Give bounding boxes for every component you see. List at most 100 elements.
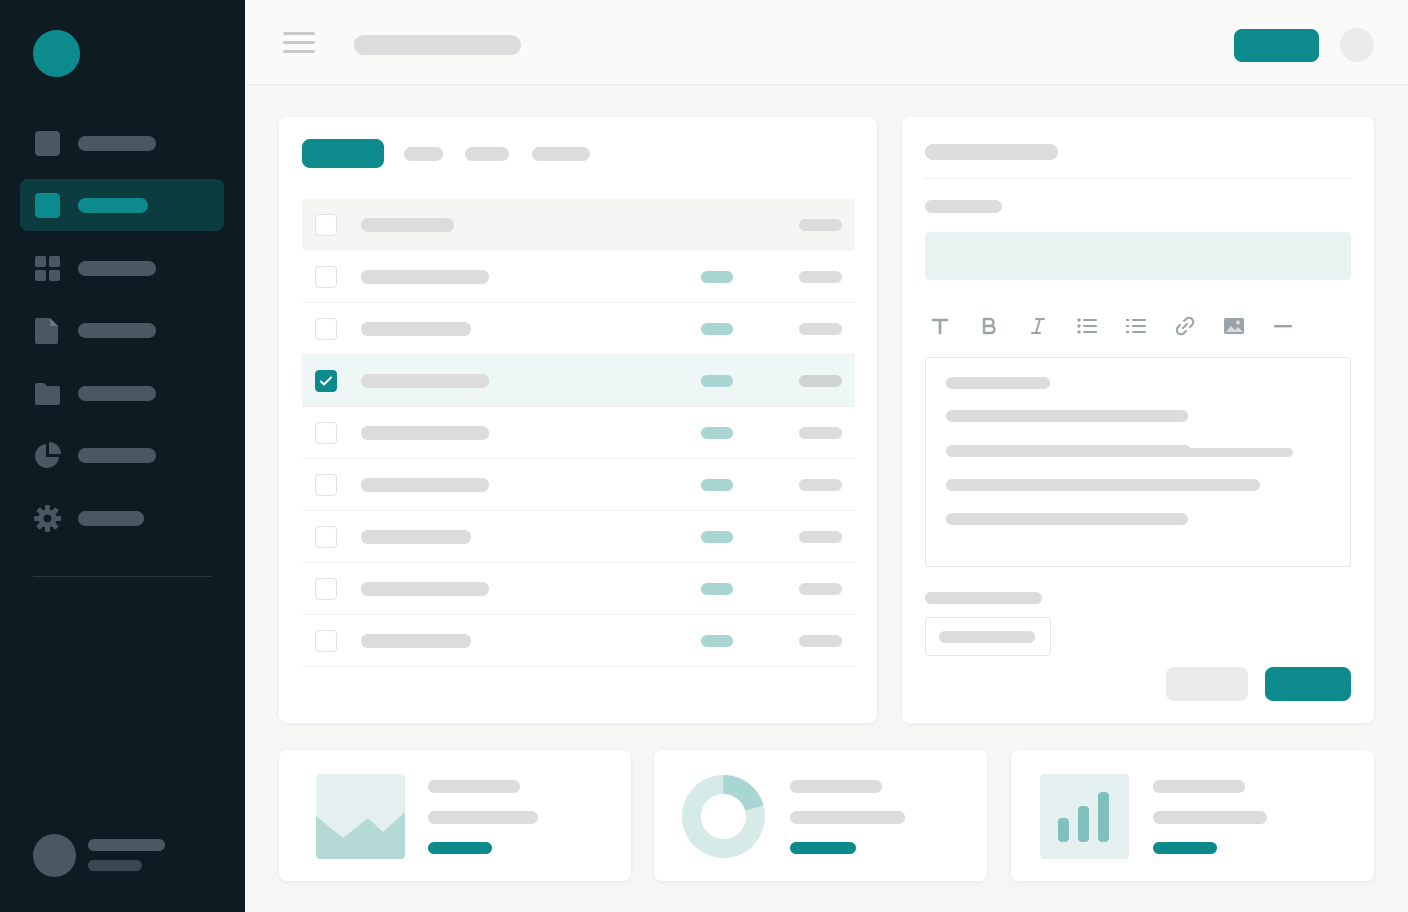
text-line: [946, 479, 1260, 491]
text-style-icon[interactable]: [925, 309, 955, 343]
table-row[interactable]: [302, 251, 855, 303]
row-name: [361, 374, 489, 388]
pie-chart-icon: [35, 442, 61, 468]
table-row[interactable]: [302, 303, 855, 355]
save-button[interactable]: [1265, 667, 1351, 701]
sidebar-item-label: [78, 386, 156, 401]
editor-title: [925, 144, 1058, 160]
row-checkbox[interactable]: [315, 526, 337, 548]
sidebar-item-2-active[interactable]: [20, 179, 224, 231]
row-checkbox[interactable]: [315, 422, 337, 444]
sidebar-item-1[interactable]: [20, 117, 224, 169]
field-label: [925, 200, 1002, 213]
primary-action-button[interactable]: [1234, 29, 1319, 62]
table-panel: [279, 117, 877, 723]
row-status-badge: [701, 427, 733, 439]
row-checkbox[interactable]: [315, 578, 337, 600]
sidebar-item-6[interactable]: [20, 429, 224, 481]
donut-chart-icon: [682, 774, 765, 858]
stat-title: [790, 780, 882, 793]
row-status-badge: [701, 479, 733, 491]
tab-1-active[interactable]: [302, 139, 384, 168]
row-value: [799, 375, 842, 387]
text-line: [1176, 448, 1293, 457]
editor-panel: [902, 117, 1374, 723]
row-checkbox[interactable]: [315, 630, 337, 652]
table-row[interactable]: [302, 563, 855, 615]
square-icon: [35, 131, 60, 156]
tab-2[interactable]: [404, 147, 443, 161]
stat-value: [790, 842, 856, 854]
sidebar-item-label: [78, 448, 156, 463]
stat-card-2[interactable]: [654, 750, 987, 881]
page-title: [354, 35, 521, 55]
link-icon[interactable]: [1170, 309, 1200, 343]
stat-subtitle: [790, 811, 905, 824]
editor-divider: [925, 178, 1351, 179]
sidebar-item-4[interactable]: [20, 304, 224, 356]
row-status-badge: [701, 583, 733, 595]
text-line: [946, 410, 1188, 422]
row-checkbox-checked[interactable]: [315, 370, 337, 392]
row-name: [361, 426, 489, 440]
row-value: [799, 479, 842, 491]
stat-card-3[interactable]: [1011, 750, 1374, 881]
table-row[interactable]: [302, 459, 855, 511]
image-icon[interactable]: [1219, 309, 1249, 343]
horizontal-rule-icon[interactable]: [1268, 309, 1298, 343]
title-input[interactable]: [925, 232, 1351, 280]
bulleted-list-icon[interactable]: [1072, 309, 1102, 343]
bold-icon[interactable]: [974, 309, 1004, 343]
column-header-name: [361, 218, 454, 232]
grid-icon: [35, 256, 60, 281]
row-checkbox[interactable]: [315, 474, 337, 496]
stat-value: [428, 842, 492, 854]
user-avatar[interactable]: [33, 834, 76, 877]
row-checkbox[interactable]: [315, 266, 337, 288]
stat-value: [1153, 842, 1217, 854]
select-all-checkbox[interactable]: [315, 214, 337, 236]
stat-title: [1153, 780, 1245, 793]
row-status-badge: [701, 375, 733, 387]
sidebar-divider: [33, 576, 212, 577]
gear-icon: [34, 505, 61, 532]
row-checkbox[interactable]: [315, 318, 337, 340]
table-header-row: [302, 199, 855, 251]
row-name: [361, 634, 471, 648]
app-logo[interactable]: [33, 30, 80, 77]
sidebar-item-label: [78, 323, 156, 338]
rich-text-editor-area[interactable]: [925, 357, 1351, 567]
checkmark-icon: [320, 376, 332, 386]
sidebar-item-3[interactable]: [20, 242, 224, 294]
row-value: [799, 583, 842, 595]
stat-subtitle: [1153, 811, 1267, 824]
folder-icon: [35, 383, 60, 405]
cancel-button[interactable]: [1166, 667, 1248, 701]
table-row[interactable]: [302, 615, 855, 667]
area-chart-icon: [316, 774, 405, 859]
sidebar-item-label: [78, 198, 148, 213]
row-name: [361, 270, 489, 284]
row-value: [799, 635, 842, 647]
user-name: [88, 839, 165, 851]
sidebar-item-5[interactable]: [20, 367, 224, 419]
stat-subtitle: [428, 811, 538, 824]
stat-card-1[interactable]: [279, 750, 631, 881]
numbered-list-icon[interactable]: [1121, 309, 1151, 343]
tab-3[interactable]: [465, 147, 509, 161]
row-name: [361, 582, 489, 596]
hamburger-menu-icon[interactable]: [283, 32, 315, 58]
table-row[interactable]: [302, 407, 855, 459]
table-row-selected[interactable]: [302, 355, 855, 407]
secondary-field[interactable]: [925, 617, 1051, 656]
italic-icon[interactable]: [1023, 309, 1053, 343]
table-row[interactable]: [302, 511, 855, 563]
row-value: [799, 531, 842, 543]
row-name: [361, 322, 471, 336]
formatting-toolbar: [925, 309, 1351, 345]
header-avatar[interactable]: [1340, 28, 1374, 62]
sidebar-item-7[interactable]: [20, 492, 224, 544]
user-role: [88, 860, 142, 871]
tab-4[interactable]: [532, 147, 590, 161]
row-name: [361, 530, 471, 544]
